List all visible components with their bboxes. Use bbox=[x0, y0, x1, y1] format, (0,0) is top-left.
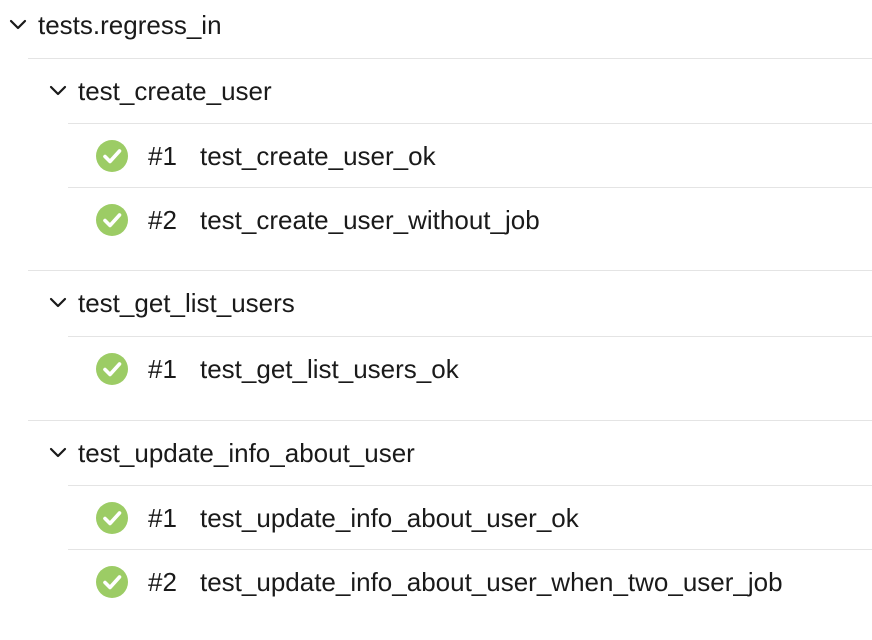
check-circle-icon bbox=[96, 502, 128, 534]
tree-node-root[interactable]: tests.regress_in bbox=[8, 12, 222, 38]
test-case-row[interactable]: #1 test_get_list_users_ok bbox=[96, 353, 459, 385]
check-circle-icon bbox=[96, 353, 128, 385]
test-case-name: test_update_info_about_user_when_two_use… bbox=[200, 567, 783, 597]
tree-node-label: test_update_info_about_user bbox=[78, 438, 415, 468]
test-case-number: #2 bbox=[148, 567, 177, 597]
test-case-number: #2 bbox=[148, 205, 177, 235]
chevron-down-icon[interactable] bbox=[48, 443, 68, 463]
tree-node-group[interactable]: test_get_list_users bbox=[48, 290, 295, 316]
test-case-number: #1 bbox=[148, 354, 177, 384]
divider bbox=[68, 336, 872, 337]
test-case-number: #1 bbox=[148, 141, 177, 171]
test-case-name: test_create_user_without_job bbox=[200, 205, 540, 235]
chevron-down-icon[interactable] bbox=[48, 293, 68, 313]
test-case-row[interactable]: #2 test_update_info_about_user_when_two_… bbox=[96, 566, 783, 598]
test-case-name: test_get_list_users_ok bbox=[200, 354, 459, 384]
test-case-row[interactable]: #2 test_create_user_without_job bbox=[96, 204, 540, 236]
tree-node-group[interactable]: test_create_user bbox=[48, 78, 272, 104]
divider bbox=[68, 123, 872, 124]
check-circle-icon bbox=[96, 140, 128, 172]
divider bbox=[28, 270, 872, 271]
test-results-tree: tests.regress_in test_create_user #1 tes… bbox=[0, 0, 872, 640]
test-case-row[interactable]: #1 test_update_info_about_user_ok bbox=[96, 502, 579, 534]
test-case-name: test_update_info_about_user_ok bbox=[200, 503, 579, 533]
chevron-down-icon[interactable] bbox=[48, 81, 68, 101]
divider bbox=[68, 187, 872, 188]
tree-node-group[interactable]: test_update_info_about_user bbox=[48, 440, 415, 466]
test-case-number: #1 bbox=[148, 503, 177, 533]
tree-node-label: test_create_user bbox=[78, 76, 272, 106]
divider bbox=[28, 420, 872, 421]
tree-node-label: tests.regress_in bbox=[38, 10, 222, 40]
check-circle-icon bbox=[96, 204, 128, 236]
check-circle-icon bbox=[96, 566, 128, 598]
divider bbox=[28, 58, 872, 59]
divider bbox=[68, 485, 872, 486]
chevron-down-icon[interactable] bbox=[8, 15, 28, 35]
test-case-name: test_create_user_ok bbox=[200, 141, 436, 171]
test-case-row[interactable]: #1 test_create_user_ok bbox=[96, 140, 436, 172]
divider bbox=[68, 549, 872, 550]
tree-node-label: test_get_list_users bbox=[78, 288, 295, 318]
